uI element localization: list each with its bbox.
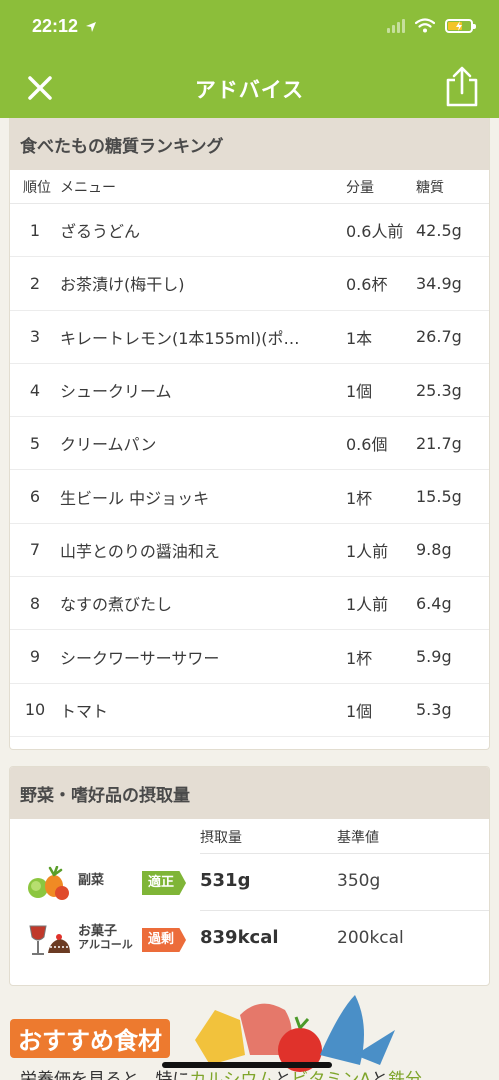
intake-table-header: 摂取量 基準値 xyxy=(10,819,489,853)
recommend-text-and: と xyxy=(274,1070,292,1080)
row-rank: 5 xyxy=(29,433,41,453)
row-menu: キレートレモン(1本155ml)(ポ… xyxy=(60,328,300,348)
row-carb: 42.5g xyxy=(416,220,462,240)
nav-bar: アドバイス xyxy=(0,56,499,118)
header-standard: 基準値 xyxy=(337,830,379,846)
snacks-label-line2: アルコール xyxy=(78,938,133,951)
iron-link[interactable]: 鉄分 xyxy=(388,1070,422,1080)
row-menu: シュークリーム xyxy=(60,382,172,402)
ranking-table-header: 順位 メニュー 分量 糖質 xyxy=(10,170,489,204)
clock-text: 22:12 xyxy=(32,16,79,36)
header-rank: 順位 xyxy=(23,179,51,196)
row-rank: 10 xyxy=(24,700,46,720)
row-rank: 6 xyxy=(29,487,41,507)
table-row: 5 クリームパン 0.6個 21.7g xyxy=(10,417,489,471)
row-rank: 9 xyxy=(29,647,41,667)
row-carb: 26.7g xyxy=(416,327,462,347)
status-badge-ok: 適正 xyxy=(142,871,187,895)
recommend-text-and2: と xyxy=(370,1070,388,1080)
intake-row-label: 副菜 適正 xyxy=(10,854,200,911)
intake-row-label: お菓子 アルコール 過剰 xyxy=(10,911,200,968)
row-carb: 15.5g xyxy=(416,487,462,507)
row-amount: 1個 xyxy=(346,701,373,721)
row-menu: なすの煮びたし xyxy=(60,595,173,615)
row-rank: 4 xyxy=(29,380,41,400)
row-carb: 5.9g xyxy=(416,647,452,667)
intake-title: 野菜・嗜好品の摂取量 xyxy=(10,767,489,819)
row-rank: 1 xyxy=(29,220,41,240)
row-amount: 0.6杯 xyxy=(346,275,388,295)
row-carb: 34.9g xyxy=(416,273,462,293)
recommend-title: おすすめ食材 xyxy=(10,1019,170,1058)
row-amount: 1杯 xyxy=(346,488,373,508)
snacks-alcohol-label: お菓子 アルコール xyxy=(78,925,133,951)
row-menu: シークワーサーサワー xyxy=(60,648,220,668)
row-amount: 0.6人前 xyxy=(346,222,404,242)
battery-icon xyxy=(445,18,476,33)
intake-row-snacks-alcohol: お菓子 アルコール 過剰 839kcal 200kcal xyxy=(29,910,489,967)
calcium-link[interactable]: カルシウム xyxy=(189,1070,274,1080)
intake-value: 531g xyxy=(200,870,251,891)
row-menu: 生ビール 中ジョッキ xyxy=(60,488,210,508)
page-title: アドバイス xyxy=(194,78,305,102)
row-rank: 7 xyxy=(29,540,41,560)
header-intake: 摂取量 xyxy=(200,830,242,846)
row-amount: 1人前 xyxy=(346,541,389,561)
intake-card: 野菜・嗜好品の摂取量 摂取量 基準値 副菜 適正 531g 350g お菓子 ア… xyxy=(9,766,490,986)
intake-row-side-dish: 副菜 適正 531g 350g xyxy=(28,853,489,910)
intake-value: 839kcal xyxy=(200,927,279,948)
table-row: 3 キレートレモン(1本155ml)(ポ… 1本 26.7g xyxy=(10,311,489,364)
snacks-alcohol-icon xyxy=(29,925,70,955)
header-menu: メニュー xyxy=(60,179,116,196)
share-icon[interactable] xyxy=(443,66,481,108)
row-amount: 1個 xyxy=(346,382,373,402)
row-rank: 8 xyxy=(29,593,41,613)
status-time: 22:12 xyxy=(32,16,97,37)
status-badge-over: 過剰 xyxy=(142,928,187,952)
row-amount: 1杯 xyxy=(346,648,373,668)
ranking-title: 食べたもの糖質ランキング xyxy=(10,118,489,170)
ranking-rows: 1 ざるうどん 0.6人前 42.5g 2 お茶漬け(梅干し) 0.6杯 34.… xyxy=(10,204,489,737)
row-carb: 9.8g xyxy=(416,540,452,560)
table-row: 1 ざるうどん 0.6人前 42.5g xyxy=(10,204,489,258)
table-row: 8 なすの煮びたし 1人前 6.4g xyxy=(10,577,489,631)
row-carb: 5.3g xyxy=(416,700,452,720)
table-row: 2 お茶漬け(梅干し) 0.6杯 34.9g xyxy=(10,257,489,311)
standard-value: 350g xyxy=(337,871,381,891)
wifi-icon xyxy=(415,18,435,33)
table-row: 4 シュークリーム 1個 25.3g xyxy=(10,364,489,418)
status-icons xyxy=(387,18,476,33)
table-row: 10 トマト 1個 5.3g xyxy=(10,684,489,737)
row-carb: 21.7g xyxy=(416,433,462,453)
vitamin-a-link[interactable]: ビタミンA xyxy=(291,1070,371,1080)
header-carb: 糖質 xyxy=(416,179,444,196)
row-menu: 山芋とのりの醤油和え xyxy=(60,541,220,561)
row-rank: 2 xyxy=(29,273,41,293)
location-arrow-icon xyxy=(86,22,97,33)
home-indicator xyxy=(162,1062,332,1068)
row-amount: 1本 xyxy=(346,328,373,348)
status-bar: 22:12 xyxy=(0,0,499,56)
row-amount: 1人前 xyxy=(346,595,389,615)
table-row: 7 山芋とのりの醤油和え 1人前 9.8g xyxy=(10,524,489,578)
row-rank: 3 xyxy=(29,327,41,347)
table-row: 6 生ビール 中ジョッキ 1杯 15.5g xyxy=(10,470,489,524)
row-menu: お茶漬け(梅干し) xyxy=(60,275,185,295)
row-carb: 25.3g xyxy=(416,380,462,400)
carb-ranking-card: 食べたもの糖質ランキング 順位 メニュー 分量 糖質 1 ざるうどん 0.6人前… xyxy=(9,118,490,750)
row-menu: ざるうどん xyxy=(60,222,141,242)
standard-value: 200kcal xyxy=(337,928,404,948)
row-carb: 6.4g xyxy=(416,593,452,613)
row-amount: 0.6個 xyxy=(346,435,388,455)
snacks-label-line1: お菓子 xyxy=(78,924,118,939)
row-menu: クリームパン xyxy=(60,435,157,455)
cellular-signal-icon xyxy=(387,18,405,33)
table-row: 9 シークワーサーサワー 1杯 5.9g xyxy=(10,630,489,684)
header-amount: 分量 xyxy=(346,179,374,196)
recommend-text-prefix: 栄養価を見ると、特に xyxy=(20,1070,190,1080)
side-dish-label: 副菜 xyxy=(78,873,105,888)
vegetables-icon xyxy=(28,866,69,900)
row-menu: トマト xyxy=(60,701,109,721)
